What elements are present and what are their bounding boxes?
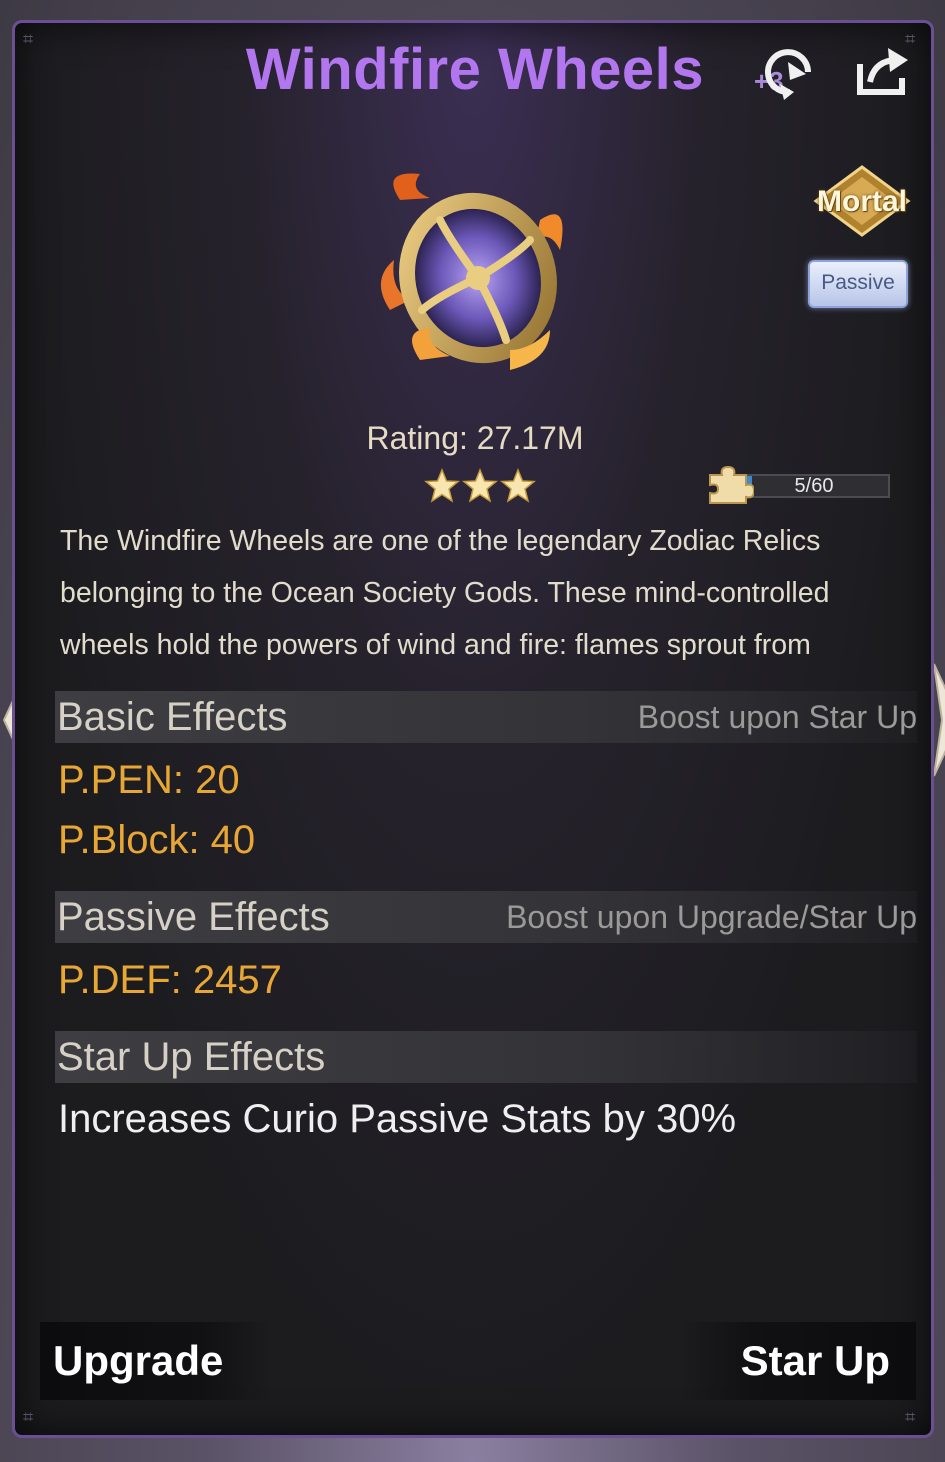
star-up-button[interactable]: Star Up xyxy=(680,1322,916,1400)
grade-badge: Mortal xyxy=(808,165,916,237)
share-icon[interactable] xyxy=(852,46,912,98)
stat-def: P.DEF: 2457 xyxy=(58,958,282,1002)
star-icon xyxy=(424,468,460,503)
reroll-button[interactable]: +3 xyxy=(750,44,820,104)
grade-label: Mortal xyxy=(817,185,907,218)
stat-pen: P.PEN: 20 xyxy=(58,758,240,802)
rating-text: Rating: 27.17M xyxy=(366,420,584,456)
shard-progress-text: 5/60 xyxy=(794,475,834,497)
star-icon xyxy=(500,468,536,503)
star-icon xyxy=(462,468,498,503)
star-rating xyxy=(418,468,542,504)
section-title: Star Up Effects xyxy=(57,1035,326,1079)
section-note: Boost upon Star Up xyxy=(637,699,917,735)
section-title: Passive Effects xyxy=(57,895,330,939)
item-title: Windfire Wheels xyxy=(245,37,705,102)
description-line: wheels hold the powers of wind and fire:… xyxy=(60,629,811,661)
corner-ornament: ⌗ xyxy=(905,1407,916,1428)
corner-ornament: ⌗ xyxy=(23,29,34,50)
star-up-effects-header: Star Up Effects xyxy=(55,1031,917,1083)
basic-effects-header: Basic Effects Boost upon Star Up xyxy=(55,691,917,743)
puzzle-piece-icon xyxy=(709,465,754,504)
item-description: The Windfire Wheels are one of the legen… xyxy=(60,515,890,671)
corner-ornament: ⌗ xyxy=(23,1407,34,1428)
stat-block: P.Block: 40 xyxy=(58,818,256,862)
description-line: belonging to the Ocean Society Gods. The… xyxy=(60,577,830,609)
type-tag: Passive xyxy=(808,260,908,308)
passive-effects-header: Passive Effects Boost upon Upgrade/Star … xyxy=(55,891,917,943)
section-title: Basic Effects xyxy=(57,695,288,739)
upgrade-button[interactable]: Upgrade xyxy=(40,1322,273,1400)
windfire-wheel-image xyxy=(380,173,563,370)
star-up-effect-text: Increases Curio Passive Stats by 30% xyxy=(58,1097,737,1141)
description-line: The Windfire Wheels are one of the legen… xyxy=(60,525,821,557)
reroll-icon xyxy=(765,49,811,100)
section-note: Boost upon Upgrade/Star Up xyxy=(506,899,917,935)
